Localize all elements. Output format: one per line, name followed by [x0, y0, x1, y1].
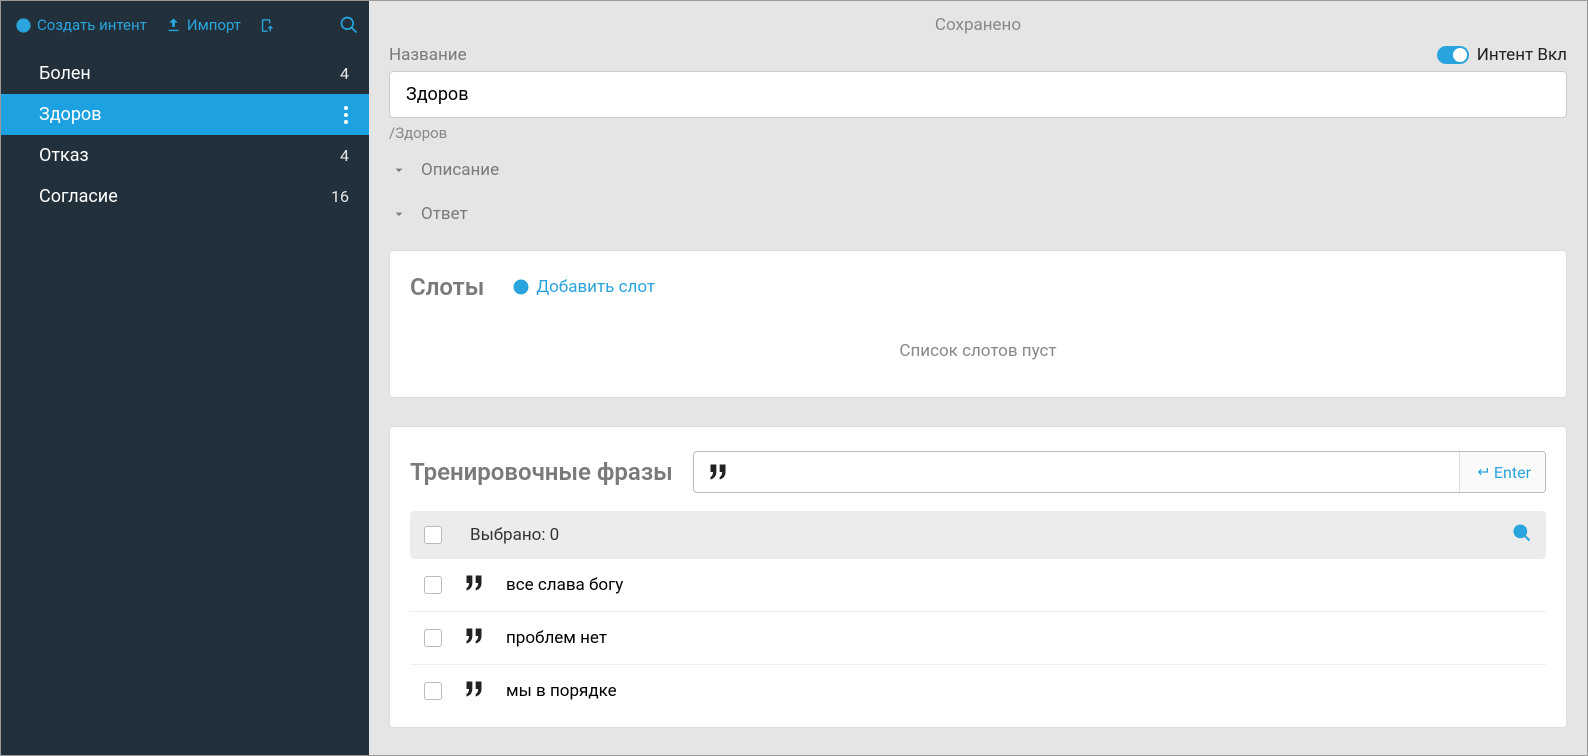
phrase-checkbox[interactable] — [424, 682, 442, 700]
sidebar-item-label: Здоров — [39, 104, 101, 125]
phrases-header: Тренировочные фразы Enter — [410, 451, 1546, 493]
phrase-checkbox[interactable] — [424, 629, 442, 647]
main-area: Сохранено Название Интент Вкл /Здоров Оп… — [369, 1, 1587, 755]
phrase-text[interactable]: проблем нет — [506, 628, 607, 648]
more-vert-icon[interactable] — [343, 105, 349, 125]
import-button[interactable]: Импорт — [165, 16, 241, 34]
phrase-input-wrap: Enter — [693, 451, 1546, 493]
phrases-title: Тренировочные фразы — [410, 458, 673, 486]
chevron-down-icon — [391, 162, 407, 178]
quote-icon — [464, 575, 484, 595]
enter-button[interactable]: Enter — [1459, 452, 1545, 492]
intent-toggle[interactable] — [1437, 46, 1469, 64]
sidebar: Создать интент Импорт Болен 4 Здоров Отк… — [1, 1, 369, 755]
name-label: Название — [389, 45, 467, 65]
enter-icon — [1474, 464, 1490, 480]
plus-circle-icon — [512, 278, 530, 296]
upload-icon — [165, 17, 182, 34]
quote-icon — [694, 452, 738, 492]
sidebar-item-count: 4 — [340, 64, 349, 83]
sidebar-item-count: 16 — [331, 187, 349, 206]
selected-label: Выбрано: 0 — [470, 525, 559, 545]
import-label: Импорт — [187, 16, 241, 34]
sidebar-item-count: 4 — [340, 146, 349, 165]
sidebar-search-button[interactable] — [339, 15, 359, 35]
collapse-description[interactable]: Описание — [389, 142, 1567, 186]
search-icon — [1512, 523, 1532, 543]
add-slot-button[interactable]: Добавить слот — [512, 277, 655, 297]
sidebar-item-label: Согласие — [39, 186, 118, 207]
phrases-search-button[interactable] — [1512, 523, 1532, 547]
add-slot-label: Добавить слот — [536, 277, 655, 297]
slots-header: Слоты Добавить слот — [410, 273, 1546, 301]
intent-name-input[interactable] — [389, 71, 1567, 118]
name-row: Название Интент Вкл — [389, 45, 1567, 65]
sidebar-item-label: Отказ — [39, 145, 89, 166]
slots-title: Слоты — [410, 273, 484, 301]
slots-empty-text: Список слотов пуст — [410, 341, 1546, 361]
intent-path: /Здоров — [389, 124, 1567, 142]
quote-icon — [464, 681, 484, 701]
saved-status: Сохранено — [389, 1, 1567, 45]
collapse-label: Ответ — [421, 204, 468, 224]
phrase-input[interactable] — [738, 452, 1459, 492]
sidebar-item-otkaz[interactable]: Отказ 4 — [1, 135, 369, 176]
export-button[interactable] — [259, 17, 276, 34]
intent-toggle-label: Интент Вкл — [1477, 45, 1567, 65]
phrase-row: все слава богу — [410, 559, 1546, 612]
export-icon — [259, 17, 276, 34]
phrase-row: проблем нет — [410, 612, 1546, 665]
collapse-reply[interactable]: Ответ — [389, 186, 1567, 230]
quote-icon — [464, 628, 484, 648]
phrase-text[interactable]: все слава богу — [506, 575, 623, 595]
create-intent-button[interactable]: Создать интент — [15, 16, 147, 34]
sidebar-item-soglasie[interactable]: Согласие 16 — [1, 176, 369, 217]
chevron-down-icon — [391, 206, 407, 222]
plus-circle-icon — [15, 17, 32, 34]
phrase-checkbox[interactable] — [424, 576, 442, 594]
create-intent-label: Создать интент — [37, 16, 147, 34]
sidebar-item-bolen[interactable]: Болен 4 — [1, 53, 369, 94]
phrase-text[interactable]: мы в порядке — [506, 681, 617, 701]
sidebar-item-label: Болен — [39, 63, 91, 84]
sidebar-item-zdorov[interactable]: Здоров — [1, 94, 369, 135]
search-icon — [339, 15, 359, 35]
select-all-checkbox[interactable] — [424, 526, 442, 544]
intent-list: Болен 4 Здоров Отказ 4 Согласие 16 — [1, 53, 369, 217]
slots-card: Слоты Добавить слот Список слотов пуст — [389, 250, 1567, 398]
collapse-label: Описание — [421, 160, 499, 180]
enter-label: Enter — [1494, 463, 1531, 482]
select-row: Выбрано: 0 — [410, 511, 1546, 559]
intent-toggle-wrap: Интент Вкл — [1437, 45, 1567, 65]
phrase-row: мы в порядке — [410, 665, 1546, 717]
sidebar-top-bar: Создать интент Импорт — [1, 1, 369, 53]
phrases-card: Тренировочные фразы Enter Выбрано: 0 — [389, 426, 1567, 728]
